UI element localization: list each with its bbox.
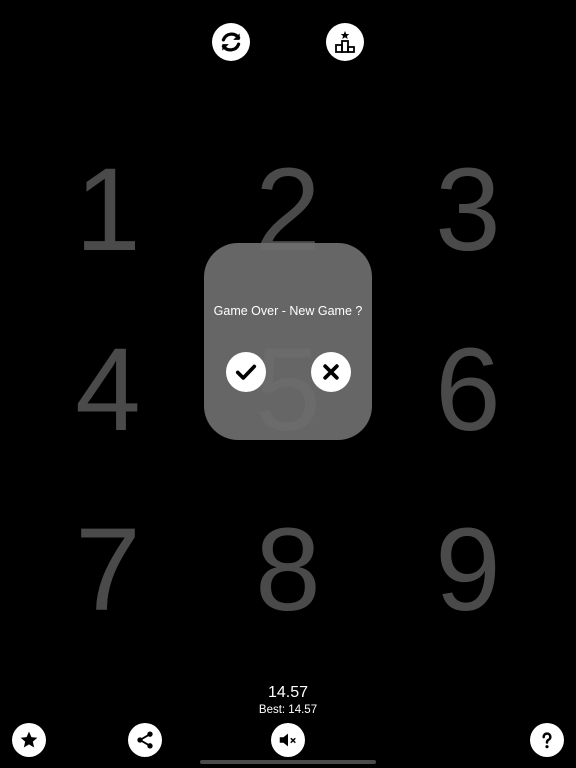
sound-toggle-button[interactable] [271, 723, 305, 757]
checkmark-icon [235, 361, 257, 383]
question-icon [537, 730, 557, 750]
refresh-icon [218, 29, 244, 55]
leaderboard-button[interactable] [326, 23, 364, 61]
number-cell-4[interactable]: 4 [48, 330, 168, 450]
share-icon [135, 730, 155, 750]
best-score: Best: 14.57 [258, 704, 318, 716]
number-cell-3[interactable]: 3 [408, 150, 528, 270]
game-over-dialog: Game Over - New Game ? [204, 243, 372, 440]
number-cell-7[interactable]: 7 [48, 510, 168, 630]
number-cell-6[interactable]: 6 [408, 330, 528, 450]
confirm-new-game-button[interactable] [226, 352, 266, 392]
restart-button[interactable] [212, 23, 250, 61]
cancel-new-game-button[interactable] [311, 352, 351, 392]
current-score: 14.57 [267, 684, 309, 701]
x-mark-icon [321, 362, 341, 382]
help-button[interactable] [530, 723, 564, 757]
speaker-muted-icon [277, 729, 299, 751]
share-button[interactable] [128, 723, 162, 757]
game-screen: 1 2 3 4 5 6 7 8 9 Game Over - New Game ? [0, 0, 576, 768]
dialog-title: Game Over - New Game ? [213, 304, 363, 318]
number-cell-1[interactable]: 1 [48, 150, 168, 270]
podium-star-icon [333, 30, 357, 54]
number-cell-8[interactable]: 8 [228, 510, 348, 630]
number-cell-9[interactable]: 9 [408, 510, 528, 630]
favorite-button[interactable] [12, 723, 46, 757]
home-indicator [200, 760, 376, 764]
star-icon [19, 730, 39, 750]
